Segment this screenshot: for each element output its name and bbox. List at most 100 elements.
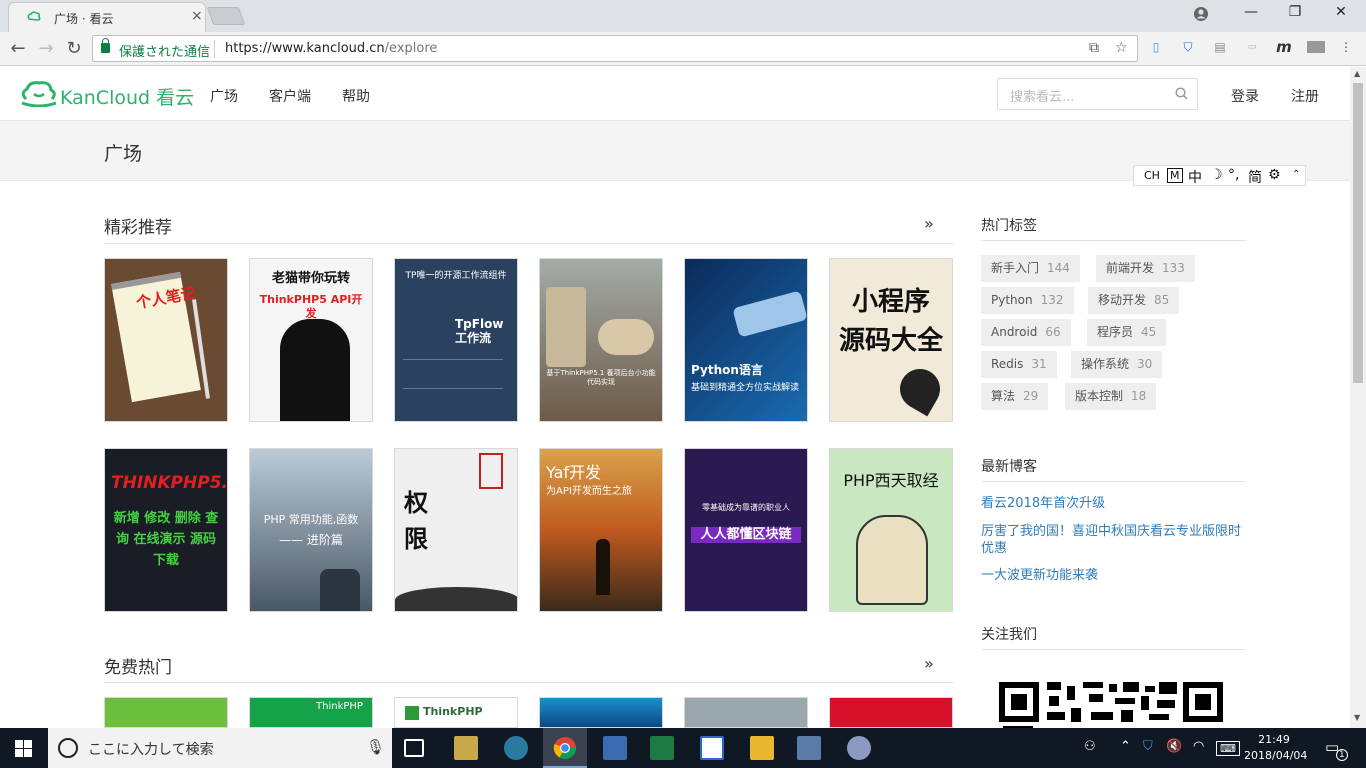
nav-client[interactable]: 客户端 bbox=[269, 86, 311, 106]
site-search-input[interactable]: 搜索看云... bbox=[997, 78, 1198, 110]
app-globe-icon[interactable] bbox=[504, 736, 528, 760]
chrome-icon[interactable] bbox=[553, 736, 577, 760]
book-card[interactable]: Python语言 基础到精通全方位实战解读 bbox=[684, 258, 808, 422]
book-card[interactable]: Yaf开发 为API开发而生之旅 bbox=[539, 448, 663, 612]
task-view-icon[interactable] bbox=[404, 739, 424, 757]
book-card[interactable]: THINKPHP5.0 新增 修改 删除 查询 在线演示 源码下载 bbox=[104, 448, 228, 612]
keyboard-icon[interactable]: ⌨ bbox=[1216, 741, 1240, 756]
free-book-card[interactable] bbox=[539, 697, 663, 728]
tag-item[interactable]: 前端开发 133 bbox=[1096, 255, 1195, 282]
book-card[interactable]: PHP 常用功能,函数 —— 进阶篇 bbox=[249, 448, 373, 612]
paint-app-icon[interactable] bbox=[847, 736, 871, 760]
book-card[interactable]: PHP西天取经 bbox=[829, 448, 953, 612]
search-icon[interactable] bbox=[1175, 87, 1188, 100]
extension-gray-icon[interactable]: ▭ bbox=[1243, 38, 1261, 56]
free-book-card[interactable] bbox=[104, 697, 228, 728]
volume-icon[interactable]: 🔇 bbox=[1166, 739, 1182, 754]
blog-link[interactable]: 看云2018年首次升级 bbox=[981, 495, 1245, 512]
nav-help[interactable]: 帮助 bbox=[342, 86, 370, 106]
reload-icon[interactable]: ↻ bbox=[64, 38, 84, 59]
tag-item[interactable]: 算法 29 bbox=[981, 383, 1049, 410]
free-hot-more-icon[interactable]: » bbox=[924, 654, 934, 673]
microphone-icon[interactable]: 🎙 bbox=[366, 738, 385, 756]
blog-link[interactable]: 厉害了我的国！喜迎中秋国庆看云专业版限时优惠 bbox=[981, 523, 1245, 557]
scroll-up-icon[interactable]: ▲ bbox=[1354, 69, 1360, 78]
new-tab-button[interactable] bbox=[206, 7, 246, 25]
extension-m-icon[interactable]: m bbox=[1275, 38, 1293, 56]
browser-menu-icon[interactable]: ⋮ bbox=[1337, 38, 1355, 56]
ime-expand-icon[interactable]: ⌃ bbox=[1292, 169, 1300, 180]
book-card[interactable]: 基于ThinkPHP5.1 養项后台小功能代码实现 bbox=[539, 258, 663, 422]
clock-date: 2018/04/04 bbox=[1244, 749, 1308, 762]
scroll-thumb[interactable] bbox=[1353, 83, 1363, 383]
tag-item[interactable]: 新手入门 144 bbox=[981, 255, 1080, 282]
tag-item[interactable]: Python 132 bbox=[981, 287, 1074, 314]
wifi-icon[interactable]: ◠ bbox=[1193, 739, 1204, 754]
ime-toolbar[interactable]: CH M 中 ☽ °, 简 ⚙ ⌃ bbox=[1133, 165, 1306, 186]
ime-settings-icon[interactable]: ⚙ bbox=[1268, 167, 1281, 183]
browser-tab-active[interactable]: 广场 · 看云 × bbox=[8, 2, 206, 32]
back-arrow-icon[interactable]: ← bbox=[8, 38, 28, 59]
address-bar[interactable]: 保護された通信 https://www.kancloud.cn/explore … bbox=[92, 35, 1138, 62]
book-card[interactable]: 权 限 bbox=[394, 448, 518, 612]
page-scrollbar[interactable]: ▲ ▼ bbox=[1350, 67, 1366, 728]
ime-mode[interactable]: M bbox=[1167, 168, 1183, 183]
free-book-card[interactable] bbox=[829, 697, 953, 728]
book-card[interactable]: 老猫带你玩转 ThinkPHP5 API开发 bbox=[249, 258, 373, 422]
logo-text[interactable]: KanCloud 看云 bbox=[60, 83, 194, 110]
blog-link[interactable]: 一大波更新功能来袭 bbox=[981, 567, 1245, 584]
ime-simplified[interactable]: 简 bbox=[1248, 167, 1262, 187]
forward-arrow-icon[interactable]: → bbox=[36, 38, 56, 59]
tab-close-icon[interactable]: × bbox=[191, 8, 203, 24]
tag-item[interactable]: 版本控制 18 bbox=[1065, 383, 1157, 410]
book-card[interactable]: TP唯一的开源工作流组件 TpFlow 工作流 bbox=[394, 258, 518, 422]
free-book-card[interactable]: ThinkPHP bbox=[249, 697, 373, 728]
url-text[interactable]: https://www.kancloud.cn/explore bbox=[225, 41, 437, 56]
windows-start-icon[interactable] bbox=[15, 740, 32, 757]
register-link[interactable]: 注册 bbox=[1291, 86, 1319, 106]
kancloud-logo-icon[interactable] bbox=[20, 79, 58, 107]
taskbar-clock[interactable]: 21:49 2018/04/04 bbox=[1244, 732, 1308, 764]
extension-shield-icon[interactable]: ⛉ bbox=[1179, 38, 1197, 56]
tray-expand-icon[interactable]: ⌃ bbox=[1120, 739, 1131, 754]
free-book-card[interactable]: ThinkPHP bbox=[394, 697, 518, 728]
ime-punct[interactable]: °, bbox=[1228, 167, 1239, 183]
ime-halfwidth-icon[interactable]: ☽ bbox=[1210, 167, 1223, 183]
tag-item[interactable]: 程序员 45 bbox=[1087, 319, 1167, 346]
notification-count: 1 bbox=[1336, 749, 1348, 761]
minimize-button[interactable]: — bbox=[1239, 4, 1263, 20]
taskbar-search-box[interactable]: ここに入力して検索 🎙 bbox=[48, 728, 392, 768]
book-card[interactable]: 小程序 源码大全 bbox=[829, 258, 953, 422]
profile-icon[interactable] bbox=[1193, 6, 1209, 22]
ime-chinese[interactable]: 中 bbox=[1188, 167, 1202, 187]
free-book-card[interactable] bbox=[684, 697, 808, 728]
bookmark-star-icon[interactable]: ☆ bbox=[1115, 40, 1128, 56]
tag-count: 18 bbox=[1131, 389, 1147, 403]
tag-item[interactable]: 操作系统 30 bbox=[1071, 351, 1163, 378]
extension-doc-icon[interactable]: ▯ bbox=[1147, 38, 1165, 56]
people-icon[interactable]: ⚇ bbox=[1084, 739, 1096, 754]
maximize-button[interactable]: ❐ bbox=[1283, 4, 1307, 20]
translate-icon[interactable]: ⧉ bbox=[1089, 40, 1099, 56]
file-explorer-icon[interactable] bbox=[750, 736, 774, 760]
extension-file-icon[interactable]: ▤ bbox=[1211, 38, 1229, 56]
ime-ch[interactable]: CH bbox=[1144, 169, 1160, 182]
nav-plaza[interactable]: 广场 bbox=[210, 86, 238, 106]
sublime-app-icon[interactable] bbox=[454, 736, 478, 760]
excel-icon[interactable] bbox=[650, 736, 674, 760]
remote-desktop-icon[interactable] bbox=[603, 736, 627, 760]
security-app-icon[interactable] bbox=[700, 736, 724, 760]
tag-item[interactable]: 移动开发 85 bbox=[1088, 287, 1180, 314]
close-window-button[interactable]: ✕ bbox=[1329, 4, 1353, 20]
tag-name: 程序员 bbox=[1097, 325, 1134, 339]
tag-item[interactable]: Redis 31 bbox=[981, 351, 1057, 378]
featured-more-icon[interactable]: » bbox=[924, 214, 934, 233]
book-card[interactable]: 个人笔记 bbox=[104, 258, 228, 422]
book-card[interactable]: 零基础成为靠谱的职业人 人人都懂区块链 bbox=[684, 448, 808, 612]
login-link[interactable]: 登录 bbox=[1231, 86, 1259, 106]
network-app-icon[interactable] bbox=[797, 736, 821, 760]
tag-item[interactable]: Android 66 bbox=[981, 319, 1071, 346]
defender-icon[interactable]: ⛉ bbox=[1143, 739, 1153, 754]
scroll-down-icon[interactable]: ▼ bbox=[1354, 713, 1360, 722]
extension-badge-icon[interactable] bbox=[1307, 41, 1325, 53]
